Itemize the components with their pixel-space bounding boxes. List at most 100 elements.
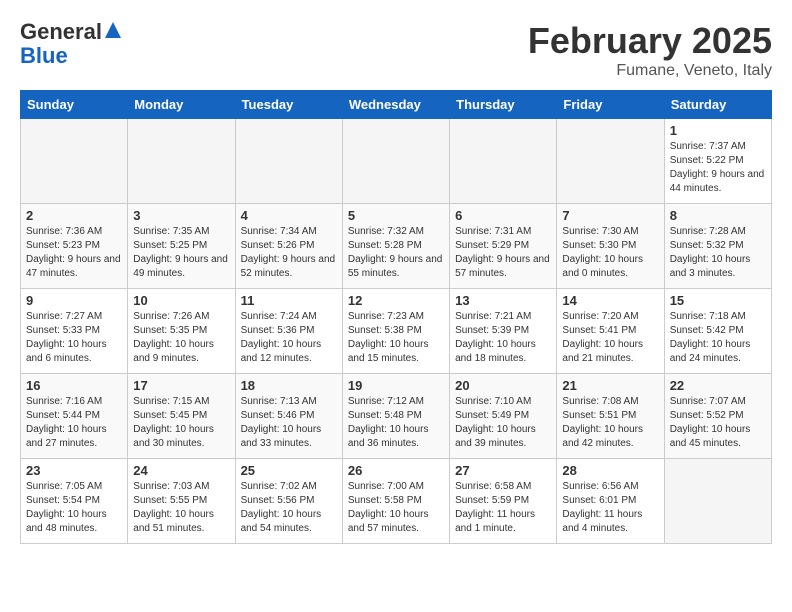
calendar-cell: 27 Sunrise: 6:58 AM Sunset: 5:59 PM Dayli…: [450, 459, 557, 544]
calendar-cell: 1 Sunrise: 7:37 AM Sunset: 5:22 PM Daylig…: [664, 119, 771, 204]
location: Fumane, Veneto, Italy: [528, 62, 772, 80]
day-number: 19: [348, 378, 444, 393]
day-info: Sunrise: 7:16 AM Sunset: 5:44 PM Dayligh…: [26, 395, 122, 451]
day-info: Sunrise: 7:32 AM Sunset: 5:28 PM Dayligh…: [348, 225, 444, 281]
day-number: 20: [455, 378, 551, 393]
day-info: Sunrise: 7:18 AM Sunset: 5:42 PM Dayligh…: [670, 310, 766, 366]
day-header-friday: Friday: [557, 91, 664, 119]
calendar-cell: 14 Sunrise: 7:20 AM Sunset: 5:41 PM Dayli…: [557, 289, 664, 374]
calendar-cell: [21, 119, 128, 204]
calendar-cell: 17 Sunrise: 7:15 AM Sunset: 5:45 PM Dayli…: [128, 374, 235, 459]
day-number: 23: [26, 463, 122, 478]
day-header-thursday: Thursday: [450, 91, 557, 119]
day-number: 11: [241, 293, 337, 308]
day-number: 21: [562, 378, 658, 393]
calendar-cell: [557, 119, 664, 204]
calendar-header-row: SundayMondayTuesdayWednesdayThursdayFrid…: [21, 91, 772, 119]
day-info: Sunrise: 7:21 AM Sunset: 5:39 PM Dayligh…: [455, 310, 551, 366]
day-number: 4: [241, 208, 337, 223]
day-info: Sunrise: 7:20 AM Sunset: 5:41 PM Dayligh…: [562, 310, 658, 366]
calendar-cell: 8 Sunrise: 7:28 AM Sunset: 5:32 PM Daylig…: [664, 204, 771, 289]
day-info: Sunrise: 7:27 AM Sunset: 5:33 PM Dayligh…: [26, 310, 122, 366]
day-header-tuesday: Tuesday: [235, 91, 342, 119]
day-info: Sunrise: 7:10 AM Sunset: 5:49 PM Dayligh…: [455, 395, 551, 451]
day-info: Sunrise: 7:13 AM Sunset: 5:46 PM Dayligh…: [241, 395, 337, 451]
day-header-saturday: Saturday: [664, 91, 771, 119]
calendar-cell: 12Sunrise: 7:23 AM Sunset: 5:38 PM Dayli…: [342, 289, 449, 374]
calendar-cell: 5 Sunrise: 7:32 AM Sunset: 5:28 PM Daylig…: [342, 204, 449, 289]
week-row-2: 2 Sunrise: 7:36 AM Sunset: 5:23 PM Daylig…: [21, 204, 772, 289]
calendar-cell: 9 Sunrise: 7:27 AM Sunset: 5:33 PM Daylig…: [21, 289, 128, 374]
week-row-5: 23 Sunrise: 7:05 AM Sunset: 5:54 PM Dayli…: [21, 459, 772, 544]
day-number: 22: [670, 378, 766, 393]
day-header-wednesday: Wednesday: [342, 91, 449, 119]
day-number: 16: [26, 378, 122, 393]
title-block: February 2025 Fumane, Veneto, Italy: [528, 20, 772, 80]
day-number: 15: [670, 293, 766, 308]
day-number: 2: [26, 208, 122, 223]
calendar-cell: 21 Sunrise: 7:08 AM Sunset: 5:51 PM Dayli…: [557, 374, 664, 459]
day-number: 14: [562, 293, 658, 308]
calendar-cell: [450, 119, 557, 204]
logo-blue: Blue: [20, 44, 68, 68]
day-number: 24: [133, 463, 229, 478]
logo: General Blue: [20, 20, 122, 68]
day-number: 13: [455, 293, 551, 308]
day-info: Sunrise: 7:02 AM Sunset: 5:56 PM Dayligh…: [241, 480, 337, 536]
day-number: 7: [562, 208, 658, 223]
day-number: 18: [241, 378, 337, 393]
calendar-cell: 18 Sunrise: 7:13 AM Sunset: 5:46 PM Dayli…: [235, 374, 342, 459]
calendar-cell: [342, 119, 449, 204]
day-number: 5: [348, 208, 444, 223]
day-info: Sunrise: 7:35 AM Sunset: 5:25 PM Dayligh…: [133, 225, 229, 281]
calendar-cell: 23 Sunrise: 7:05 AM Sunset: 5:54 PM Dayli…: [21, 459, 128, 544]
calendar-cell: 6Sunrise: 7:31 AM Sunset: 5:29 PM Daylig…: [450, 204, 557, 289]
calendar-cell: 13 Sunrise: 7:21 AM Sunset: 5:39 PM Dayli…: [450, 289, 557, 374]
day-number: 25: [241, 463, 337, 478]
calendar-cell: 7 Sunrise: 7:30 AM Sunset: 5:30 PM Daylig…: [557, 204, 664, 289]
logo-general: General: [20, 20, 102, 44]
calendar-cell: 25 Sunrise: 7:02 AM Sunset: 5:56 PM Dayli…: [235, 459, 342, 544]
week-row-1: 1 Sunrise: 7:37 AM Sunset: 5:22 PM Daylig…: [21, 119, 772, 204]
day-info: Sunrise: 6:56 AM Sunset: 6:01 PM Dayligh…: [562, 480, 658, 536]
month-title: February 2025: [528, 20, 772, 62]
day-number: 8: [670, 208, 766, 223]
day-number: 10: [133, 293, 229, 308]
day-info: Sunrise: 7:30 AM Sunset: 5:30 PM Dayligh…: [562, 225, 658, 281]
calendar-cell: [235, 119, 342, 204]
day-number: 17: [133, 378, 229, 393]
calendar-cell: [128, 119, 235, 204]
day-info: Sunrise: 7:05 AM Sunset: 5:54 PM Dayligh…: [26, 480, 122, 536]
day-info: Sunrise: 7:26 AM Sunset: 5:35 PM Dayligh…: [133, 310, 229, 366]
day-info: Sunrise: 7:00 AM Sunset: 5:58 PM Dayligh…: [348, 480, 444, 536]
calendar-cell: 4 Sunrise: 7:34 AM Sunset: 5:26 PM Daylig…: [235, 204, 342, 289]
week-row-4: 16 Sunrise: 7:16 AM Sunset: 5:44 PM Dayli…: [21, 374, 772, 459]
day-info: Sunrise: 7:37 AM Sunset: 5:22 PM Dayligh…: [670, 140, 766, 196]
calendar-cell: 24Sunrise: 7:03 AM Sunset: 5:55 PM Dayli…: [128, 459, 235, 544]
logo-icon: [104, 21, 122, 39]
calendar-cell: [664, 459, 771, 544]
calendar-cell: 15 Sunrise: 7:18 AM Sunset: 5:42 PM Dayli…: [664, 289, 771, 374]
week-row-3: 9 Sunrise: 7:27 AM Sunset: 5:33 PM Daylig…: [21, 289, 772, 374]
day-number: 9: [26, 293, 122, 308]
calendar-cell: 3Sunrise: 7:35 AM Sunset: 5:25 PM Daylig…: [128, 204, 235, 289]
day-info: Sunrise: 6:58 AM Sunset: 5:59 PM Dayligh…: [455, 480, 551, 536]
day-info: Sunrise: 7:34 AM Sunset: 5:26 PM Dayligh…: [241, 225, 337, 281]
day-info: Sunrise: 7:31 AM Sunset: 5:29 PM Dayligh…: [455, 225, 551, 281]
day-info: Sunrise: 7:08 AM Sunset: 5:51 PM Dayligh…: [562, 395, 658, 451]
day-info: Sunrise: 7:36 AM Sunset: 5:23 PM Dayligh…: [26, 225, 122, 281]
calendar-cell: 26Sunrise: 7:00 AM Sunset: 5:58 PM Dayli…: [342, 459, 449, 544]
day-number: 27: [455, 463, 551, 478]
calendar-cell: 11Sunrise: 7:24 AM Sunset: 5:36 PM Dayli…: [235, 289, 342, 374]
day-number: 28: [562, 463, 658, 478]
day-number: 1: [670, 123, 766, 138]
day-info: Sunrise: 7:23 AM Sunset: 5:38 PM Dayligh…: [348, 310, 444, 366]
calendar-cell: 2 Sunrise: 7:36 AM Sunset: 5:23 PM Daylig…: [21, 204, 128, 289]
day-info: Sunrise: 7:07 AM Sunset: 5:52 PM Dayligh…: [670, 395, 766, 451]
day-info: Sunrise: 7:12 AM Sunset: 5:48 PM Dayligh…: [348, 395, 444, 451]
calendar-cell: 28 Sunrise: 6:56 AM Sunset: 6:01 PM Dayli…: [557, 459, 664, 544]
calendar-cell: 19 Sunrise: 7:12 AM Sunset: 5:48 PM Dayli…: [342, 374, 449, 459]
day-info: Sunrise: 7:28 AM Sunset: 5:32 PM Dayligh…: [670, 225, 766, 281]
calendar: SundayMondayTuesdayWednesdayThursdayFrid…: [20, 90, 772, 544]
day-info: Sunrise: 7:15 AM Sunset: 5:45 PM Dayligh…: [133, 395, 229, 451]
